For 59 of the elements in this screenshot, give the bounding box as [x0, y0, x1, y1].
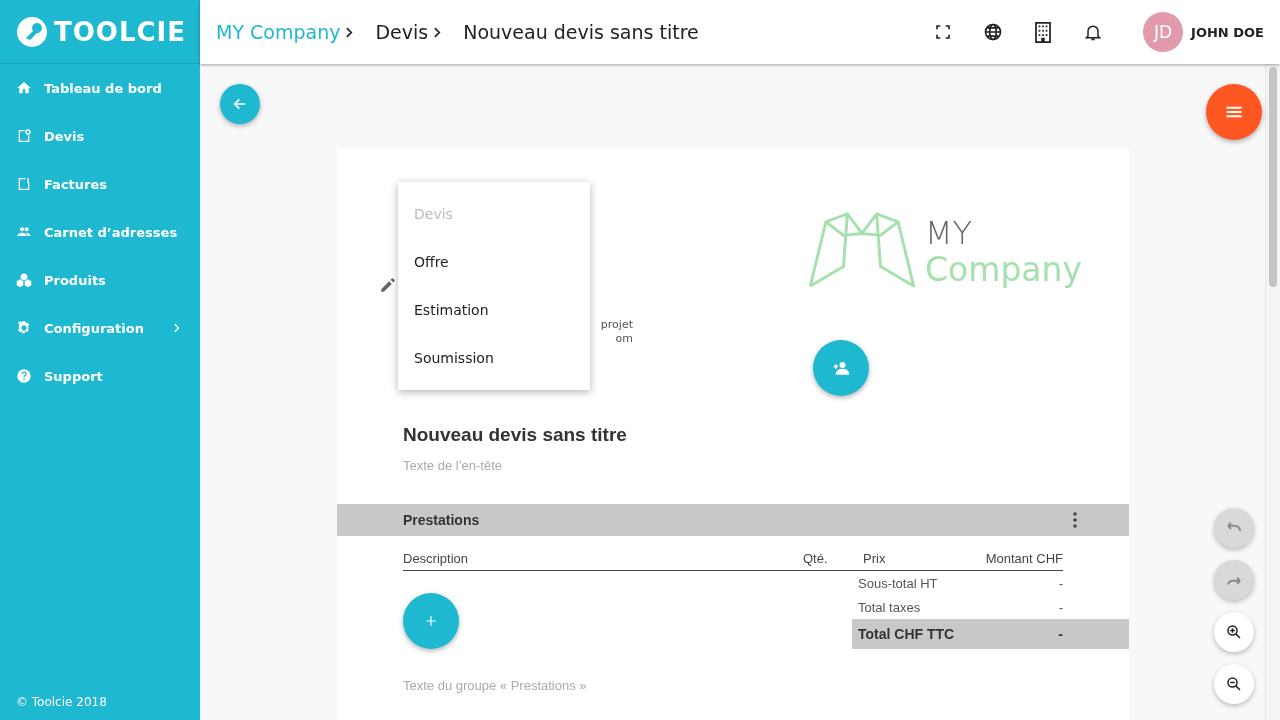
zoom-in-button[interactable]: [1214, 612, 1254, 652]
globe-icon[interactable]: [983, 22, 1004, 42]
invoice-icon: [16, 176, 32, 192]
wrench-logo-icon: [16, 15, 48, 48]
sidebar-item[interactable]: Support: [0, 352, 200, 400]
breadcrumb-item[interactable]: Devis: [375, 21, 429, 43]
sidebar-item[interactable]: Produits: [0, 256, 200, 304]
sidebar-item[interactable]: Devis: [0, 112, 200, 160]
document-title[interactable]: Nouveau devis sans titre: [403, 424, 1063, 446]
menu-button[interactable]: [1206, 84, 1262, 140]
user-name[interactable]: JOHN DOE: [1191, 24, 1264, 40]
brand-name: TOOLCIE: [54, 16, 187, 47]
scrollbar[interactable]: [1265, 64, 1280, 720]
home-icon: [16, 80, 32, 96]
group-text-field[interactable]: Texte du groupe « Prestations »: [403, 678, 1063, 693]
menu-item[interactable]: Offre: [398, 238, 590, 286]
total-value: -: [1058, 575, 1063, 591]
back-arrow-icon: [232, 96, 248, 112]
sidebar-item[interactable]: Configuration: [0, 304, 200, 352]
fullscreen-icon[interactable]: [935, 24, 952, 40]
total-value: -: [1058, 626, 1063, 642]
pencil-icon[interactable]: [379, 276, 397, 294]
column-header: Montant CHF: [984, 551, 1063, 566]
total-label: Total CHF TTC: [858, 626, 955, 642]
sidebar-item[interactable]: Tableau de bord: [0, 64, 200, 112]
total-label: Total taxes: [858, 599, 921, 615]
column-header: Qté.: [803, 551, 829, 566]
document-icon: [16, 128, 32, 144]
address-text: projet: [600, 318, 633, 332]
header-text-field[interactable]: Texte de l’en-tête: [403, 458, 1063, 473]
menu-item[interactable]: Soumission: [398, 334, 590, 382]
plus-icon: [424, 614, 438, 628]
help-icon: [16, 368, 32, 384]
settings-icon: [16, 320, 32, 336]
menu-item[interactable]: Estimation: [398, 286, 590, 334]
zoom-out-button[interactable]: [1214, 664, 1254, 704]
total-value: -: [1058, 599, 1063, 615]
breadcrumb-link[interactable]: MY Company: [216, 21, 341, 43]
group-title: Prestations: [403, 512, 480, 528]
chevron-icon: [174, 323, 180, 333]
building-icon[interactable]: [1035, 21, 1052, 43]
boxes-icon: [16, 272, 32, 288]
zoom-in-icon: [1225, 623, 1243, 641]
address-text: om: [615, 332, 633, 346]
column-header: Prix: [863, 551, 887, 566]
logo-text: MY: [925, 216, 974, 249]
chevron-icon: [434, 26, 442, 38]
logo-text: Company: [925, 252, 1082, 286]
sidebar-item[interactable]: Factures: [0, 160, 200, 208]
sidebar-item[interactable]: Carnet d’adresses: [0, 208, 200, 256]
copyright-text: © Toolcie 2018: [15, 695, 108, 711]
zoom-out-icon: [1225, 675, 1243, 693]
add-person-icon: [832, 359, 850, 377]
total-label: Sous-total HT: [858, 575, 938, 591]
chevron-icon: [346, 26, 354, 38]
more-icon[interactable]: [1073, 512, 1077, 528]
column-header: Description: [403, 551, 470, 566]
page-title: Nouveau devis sans titre: [463, 21, 699, 43]
user-avatar[interactable]: JD: [1143, 12, 1184, 52]
